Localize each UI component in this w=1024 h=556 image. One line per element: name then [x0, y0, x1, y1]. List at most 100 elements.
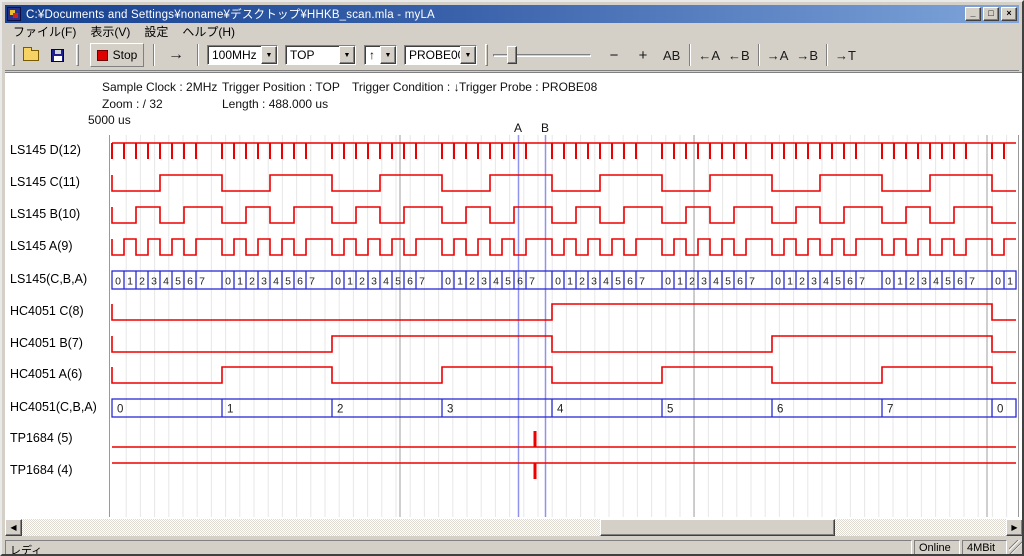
- bus-cell-value: 1: [457, 276, 463, 288]
- bus-cell-value: 1: [227, 404, 233, 416]
- bus-cell-value: 6: [297, 276, 303, 288]
- strobe-pulse: [331, 143, 333, 159]
- strobe-pulse: [147, 143, 149, 159]
- status-online: Online: [914, 540, 960, 555]
- bus-cell-value: 5: [615, 276, 621, 288]
- bus-cell-value: 4: [713, 276, 719, 288]
- bus-cell-value: 1: [347, 276, 353, 288]
- bus-cell-value: 3: [261, 276, 267, 288]
- strobe-pulse: [379, 143, 381, 159]
- strobe-pulse: [391, 143, 393, 159]
- strobe-pulse: [991, 143, 993, 159]
- bus-cell-value: 5: [395, 276, 401, 288]
- strobe-pulse: [551, 143, 553, 159]
- strobe-pulse: [135, 143, 137, 159]
- tp-pulse: [534, 431, 537, 447]
- strobe-pulse: [367, 143, 369, 159]
- bus-cell-value: 3: [371, 276, 377, 288]
- strobe-pulse: [783, 143, 785, 159]
- strobe-pulse: [745, 143, 747, 159]
- strobe-pulse: [343, 143, 345, 159]
- bus-cell-value: 2: [689, 276, 695, 288]
- strobe-pulse: [673, 143, 675, 159]
- bus-cell-value: 0: [225, 276, 231, 288]
- strobe-pulse: [843, 143, 845, 159]
- bus-cell-value: 0: [665, 276, 671, 288]
- strobe-pulse: [1003, 143, 1005, 159]
- bus-cell-value: 1: [677, 276, 683, 288]
- bus-cell-value: 3: [481, 276, 487, 288]
- bus-cell-value: 6: [407, 276, 413, 288]
- strobe-pulse: [513, 143, 515, 159]
- bus-cell-value: 7: [749, 276, 755, 288]
- bus-cell-value: 7: [887, 404, 893, 416]
- bus-cell-value: 5: [667, 404, 673, 416]
- bus-outline: [112, 399, 1016, 417]
- bus-cell-value: 3: [701, 276, 707, 288]
- strobe-pulse: [587, 143, 589, 159]
- bus-cell-value: 5: [285, 276, 291, 288]
- bus-cell-value: 0: [885, 276, 891, 288]
- bus-cell-value: 2: [139, 276, 145, 288]
- bus-cell-value: 6: [777, 404, 783, 416]
- strobe-pulse: [159, 143, 161, 159]
- strobe-pulse: [221, 143, 223, 159]
- strobe-pulse: [941, 143, 943, 159]
- scrollbar-thumb[interactable]: [600, 519, 835, 536]
- status-memory: 4MBit: [962, 540, 1007, 555]
- strobe-pulse: [807, 143, 809, 159]
- strobe-pulse: [661, 143, 663, 159]
- strobe-pulse: [881, 143, 883, 159]
- bus-cell-value: 0: [997, 404, 1003, 416]
- waveform-plot[interactable]: 0123456701234567012345670123456701234567…: [2, 2, 1024, 556]
- bus-cell-value: 2: [909, 276, 915, 288]
- bus-cell-value: 2: [579, 276, 585, 288]
- strobe-pulse: [305, 143, 307, 159]
- bus-cell-value: 5: [835, 276, 841, 288]
- strobe-pulse: [905, 143, 907, 159]
- strobe-pulse: [453, 143, 455, 159]
- bus-cell-value: 1: [237, 276, 243, 288]
- strobe-pulse: [917, 143, 919, 159]
- bus-cell-value: 0: [117, 404, 123, 416]
- bus-cell-value: 6: [847, 276, 853, 288]
- status-message: レディ: [5, 540, 912, 555]
- bus-cell-value: 0: [115, 276, 121, 288]
- wave-line: [112, 207, 1016, 223]
- strobe-pulse: [183, 143, 185, 159]
- bus-cell-value: 4: [603, 276, 609, 288]
- strobe-pulse: [709, 143, 711, 159]
- strobe-pulse: [281, 143, 283, 159]
- bus-cell-value: 7: [859, 276, 865, 288]
- bus-cell-value: 3: [151, 276, 157, 288]
- strobe-pulse: [245, 143, 247, 159]
- strobe-pulse: [623, 143, 625, 159]
- strobe-pulse: [171, 143, 173, 159]
- bus-cell-value: 0: [335, 276, 341, 288]
- scroll-right-icon[interactable]: ▶: [1006, 519, 1023, 536]
- bus-cell-value: 0: [555, 276, 561, 288]
- bus-cell-value: 1: [127, 276, 133, 288]
- bus-cell-value: 2: [337, 404, 343, 416]
- strobe-pulse: [599, 143, 601, 159]
- bus-cell-value: 4: [273, 276, 279, 288]
- strobe-pulse: [771, 143, 773, 159]
- bus-cell-value: 2: [249, 276, 255, 288]
- resize-grip[interactable]: [1009, 540, 1023, 555]
- strobe-pulse: [123, 143, 125, 159]
- strobe-pulse: [819, 143, 821, 159]
- strobe-pulse: [465, 143, 467, 159]
- bus-cell-value: 6: [627, 276, 633, 288]
- strobe-pulse: [441, 143, 443, 159]
- strobe-pulse: [195, 143, 197, 159]
- strobe-pulse: [257, 143, 259, 159]
- scroll-left-icon[interactable]: ◀: [5, 519, 22, 536]
- wave-line: [112, 175, 1016, 191]
- bus-cell-value: 4: [823, 276, 829, 288]
- bus-cell-value: 0: [775, 276, 781, 288]
- bus-cell-value: 3: [811, 276, 817, 288]
- strobe-pulse: [697, 143, 699, 159]
- bus-cell-value: 7: [199, 276, 205, 288]
- horizontal-scrollbar[interactable]: ◀ ▶: [5, 519, 1023, 536]
- strobe-pulse: [831, 143, 833, 159]
